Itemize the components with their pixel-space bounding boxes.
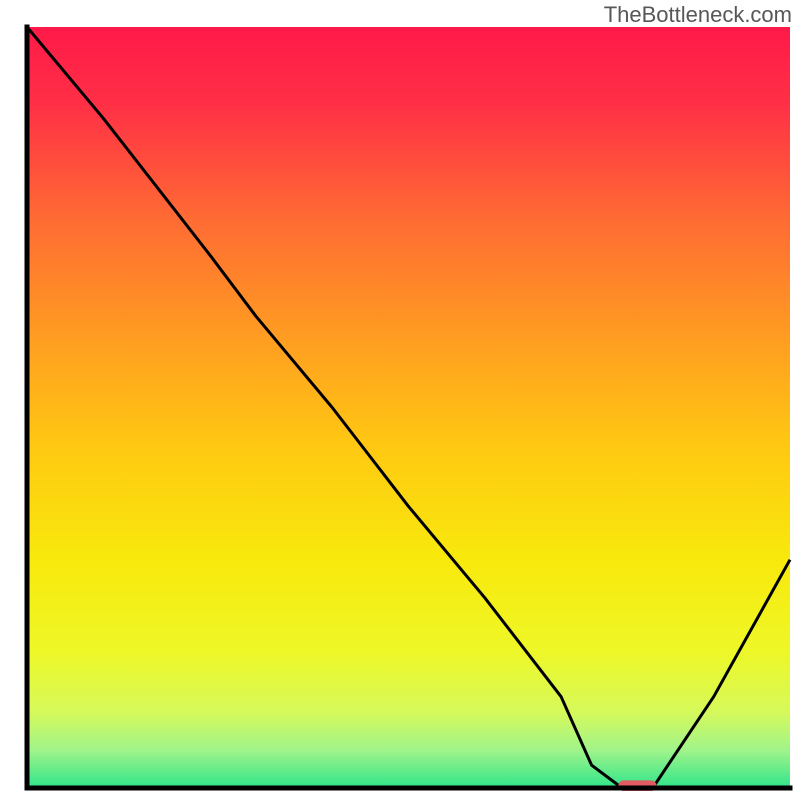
plot-background [27,27,790,788]
bottleneck-chart [0,0,800,800]
watermark-text: TheBottleneck.com [604,2,792,28]
